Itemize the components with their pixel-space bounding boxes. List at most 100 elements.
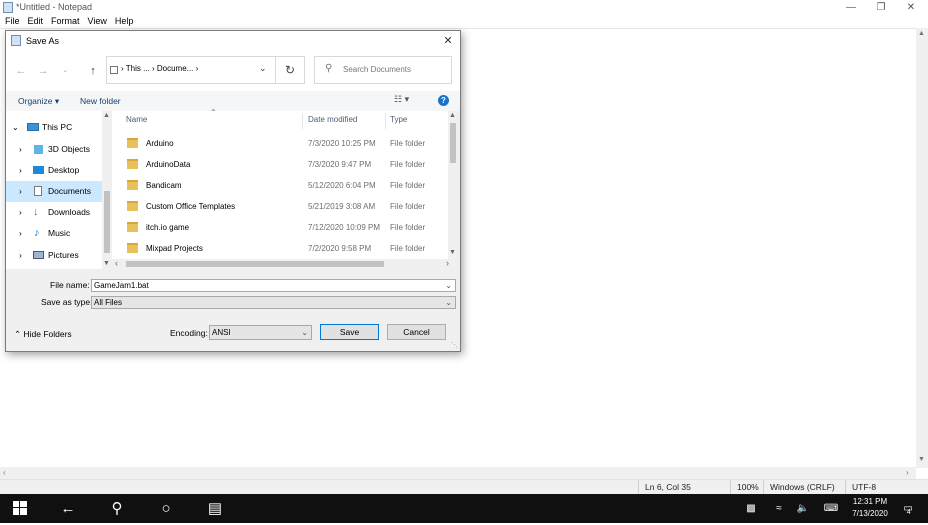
chevron-right-icon[interactable]: › xyxy=(19,139,22,160)
search-placeholder: Search Documents xyxy=(343,65,412,74)
column-header-date[interactable]: Date modified xyxy=(308,113,384,127)
tree-item-pictures[interactable]: › Pictures xyxy=(6,245,102,266)
menu-edit[interactable]: Edit xyxy=(28,15,44,27)
file-row[interactable]: Bandicam 5/12/2020 6:04 PM File folder xyxy=(112,175,448,196)
chevron-up-icon: ⌃ xyxy=(14,329,22,339)
forward-icon[interactable]: → xyxy=(36,65,50,77)
chevron-down-icon[interactable]: ⌄ xyxy=(445,280,452,291)
close-dialog-button[interactable]: ✕ xyxy=(440,33,456,49)
scroll-up-icon[interactable]: ▲ xyxy=(918,30,925,37)
help-icon[interactable]: ? xyxy=(438,95,449,106)
chevron-down-icon[interactable]: ⌄ xyxy=(445,297,452,308)
tree-item-downloads[interactable]: › ↓ Downloads xyxy=(6,202,102,223)
scroll-down-icon[interactable]: ▼ xyxy=(918,456,925,463)
editor-vertical-scrollbar[interactable]: ▲ ▼ xyxy=(916,28,928,468)
tree-item-3d-objects[interactable]: › 3D Objects xyxy=(6,139,102,160)
address-dropdown-icon[interactable]: ⌄ xyxy=(259,63,267,74)
address-bar[interactable]: › This ... › Docume... › ⌄ xyxy=(106,56,276,84)
refresh-icon[interactable]: ↻ xyxy=(276,56,305,84)
scroll-up-icon[interactable]: ▲ xyxy=(449,112,456,119)
scroll-thumb[interactable] xyxy=(126,261,384,267)
hide-folders-button[interactable]: ⌃ Hide Folders xyxy=(14,329,72,340)
keyboard-icon[interactable]: ⌨ xyxy=(820,494,842,523)
clock[interactable]: 12:31 PM 7/13/2020 xyxy=(848,496,892,520)
menu-file[interactable]: File xyxy=(5,15,20,27)
tree-item-music[interactable]: › ♪ Music xyxy=(6,223,102,244)
resize-grip-icon[interactable]: ⋱ xyxy=(451,341,458,349)
folder-icon xyxy=(127,138,138,148)
scroll-right-icon[interactable]: › xyxy=(446,258,449,268)
scroll-up-icon[interactable]: ▲ xyxy=(103,112,110,119)
scroll-left-icon[interactable]: ‹ xyxy=(115,258,118,268)
close-window-button[interactable]: ✕ xyxy=(896,0,926,15)
folder-icon xyxy=(127,180,138,190)
editor-horizontal-scrollbar[interactable]: ‹ › xyxy=(0,467,916,479)
organize-button[interactable]: Organize ▾ xyxy=(18,96,59,107)
column-header-name[interactable]: Name xyxy=(126,113,296,127)
status-bar: Ln 6, Col 35 100% Windows (CRLF) UTF-8 xyxy=(0,479,928,495)
maximize-button[interactable]: ❐ xyxy=(866,0,896,15)
chevron-down-icon[interactable]: ⌄ xyxy=(12,117,19,138)
search-icon[interactable]: ⚲ xyxy=(97,494,137,523)
chevron-right-icon[interactable]: › xyxy=(19,245,22,266)
column-header-type[interactable]: Type xyxy=(390,113,440,127)
file-type: File folder xyxy=(390,139,426,148)
chevron-right-icon[interactable]: › xyxy=(19,181,22,202)
tree-item-desktop[interactable]: › Desktop xyxy=(6,160,102,181)
encoding-select[interactable]: ANSI ⌄ xyxy=(209,325,312,340)
cancel-button[interactable]: Cancel xyxy=(387,324,446,340)
menu-format[interactable]: Format xyxy=(51,15,80,27)
file-row[interactable]: itch.io game 7/12/2020 10:09 PM File fol… xyxy=(112,217,448,238)
breadcrumb-separator: › xyxy=(193,64,199,73)
breadcrumb-this-pc[interactable]: This ... xyxy=(126,64,150,73)
search-box[interactable]: ⚲ Search Documents xyxy=(314,56,452,84)
scroll-down-icon[interactable]: ▼ xyxy=(103,260,110,267)
view-options-icon[interactable]: ☷ ▾ xyxy=(394,94,409,105)
cortana-icon[interactable]: ○ xyxy=(146,494,186,523)
menu-help[interactable]: Help xyxy=(115,15,134,27)
pictures-icon xyxy=(33,251,44,259)
taskbar: ← ⚲ ○ ▤ ▩ ≈ 🔈 ⌨ 12:31 PM 7/13/2020 ▭4 xyxy=(0,494,928,523)
file-row[interactable]: Arduino 7/3/2020 10:25 PM File folder xyxy=(112,133,448,154)
file-list-vertical-scrollbar[interactable]: ▲ ▼ xyxy=(448,111,458,259)
chevron-right-icon[interactable]: › xyxy=(19,160,22,181)
scroll-thumb[interactable] xyxy=(104,191,110,253)
save-as-type-select[interactable]: All Files ⌄ xyxy=(91,296,456,309)
chevron-right-icon[interactable]: › xyxy=(19,223,22,244)
tree-item-this-pc[interactable]: ⌄ This PC xyxy=(6,117,102,138)
encoding-label: Encoding: xyxy=(170,328,208,338)
clock-time: 12:31 PM xyxy=(852,497,888,506)
up-arrow-icon[interactable]: ↑ xyxy=(86,65,100,77)
file-row[interactable]: ArduinoData 7/3/2020 9:47 PM File folder xyxy=(112,154,448,175)
file-name: Bandicam xyxy=(146,181,182,190)
scroll-right-icon[interactable]: › xyxy=(906,468,909,477)
start-button[interactable] xyxy=(0,494,40,523)
minimize-button[interactable]: — xyxy=(836,0,866,15)
tree-item-documents[interactable]: › Documents xyxy=(6,181,102,202)
volume-icon[interactable]: 🔈 xyxy=(794,494,812,523)
breadcrumb-documents[interactable]: Docume... xyxy=(157,64,193,73)
file-row[interactable]: Custom Office Templates 5/21/2019 3:08 A… xyxy=(112,196,448,217)
file-row[interactable]: Mixpad Projects 7/2/2020 9:58 PM File fo… xyxy=(112,238,448,259)
scroll-down-icon[interactable]: ▼ xyxy=(449,249,456,256)
menu-view[interactable]: View xyxy=(88,15,107,27)
network-icon[interactable]: ▩ xyxy=(742,494,760,523)
scroll-left-icon[interactable]: ‹ xyxy=(3,468,6,477)
back-arrow-icon[interactable]: ← xyxy=(48,494,88,523)
file-name-input[interactable]: GameJam1.bat ⌄ xyxy=(91,279,456,292)
column-divider xyxy=(385,113,386,129)
chevron-down-icon[interactable]: ⌄ xyxy=(301,326,308,339)
file-list: ⌃ Name Date modified Type Arduino 7/3/20… xyxy=(112,108,448,259)
file-list-horizontal-scrollbar[interactable]: ‹ › xyxy=(112,258,458,269)
recent-locations-icon[interactable]: ⌄ xyxy=(58,65,72,77)
back-icon[interactable]: ← xyxy=(14,65,28,77)
chevron-right-icon[interactable]: › xyxy=(19,202,22,223)
new-folder-button[interactable]: New folder xyxy=(80,96,121,106)
task-view-icon[interactable]: ▤ xyxy=(195,494,235,523)
file-date: 7/12/2020 10:09 PM xyxy=(308,223,381,232)
navigation-scrollbar[interactable]: ▲ ▼ xyxy=(102,111,112,269)
wifi-icon[interactable]: ≈ xyxy=(770,494,788,523)
save-button[interactable]: Save xyxy=(320,324,379,340)
action-center-icon[interactable]: ▭4 xyxy=(898,494,922,523)
scroll-thumb[interactable] xyxy=(450,123,456,163)
